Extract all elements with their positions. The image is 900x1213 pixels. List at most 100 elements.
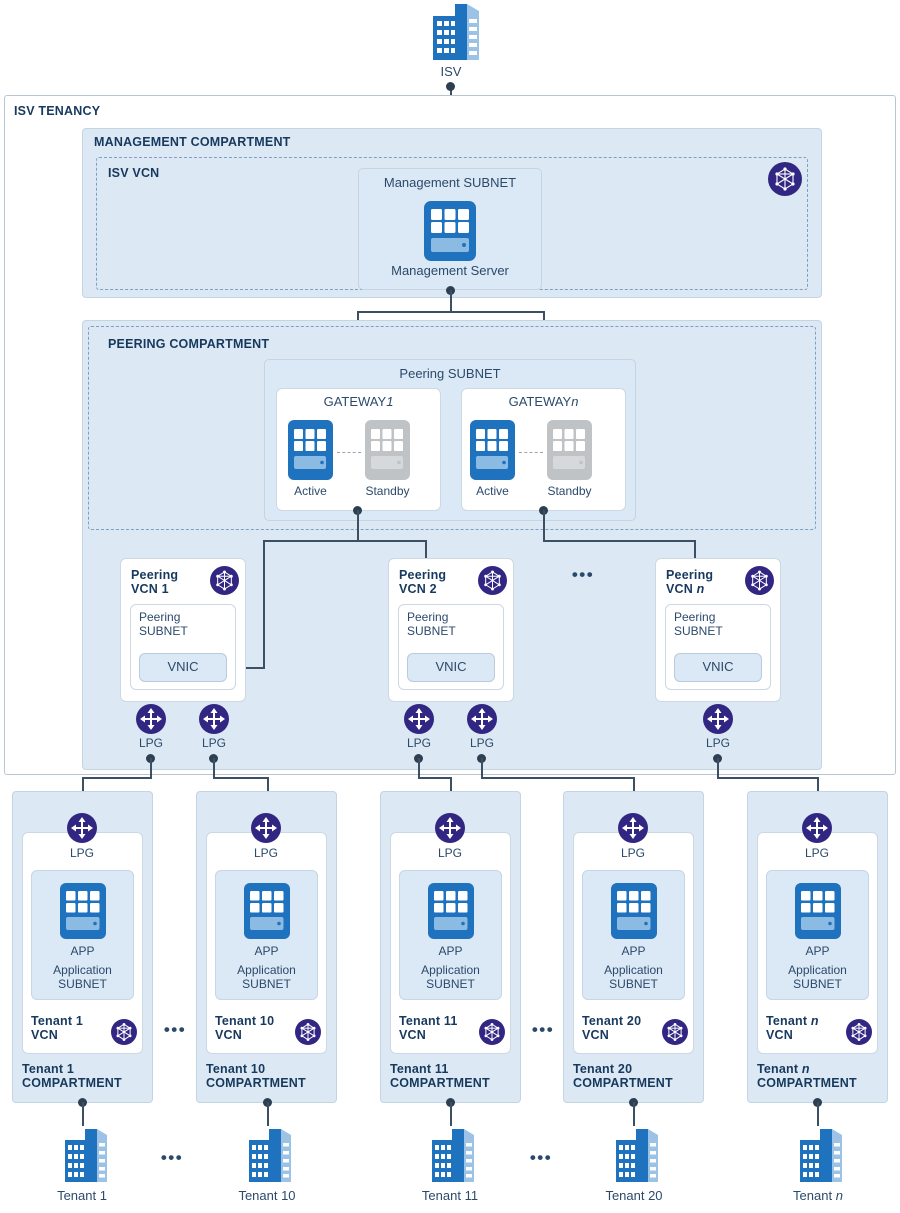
tenant-ellipsis-1: ••• [163, 1020, 187, 1039]
vcn-icon [479, 1019, 505, 1045]
tenant-20-app-label: APP [621, 944, 646, 958]
peering-vcn-2-icon-wrap [478, 566, 507, 595]
tenant-20-vcn-icon-wrap [662, 1019, 688, 1045]
tenant-1-vcn-icon-wrap [111, 1019, 137, 1045]
lpg-icon [67, 813, 97, 843]
gateway-1-label-index: 1 [386, 394, 394, 409]
tenant-10-actor [241, 1127, 293, 1185]
peering-vcn-2-subnet-label: Peering SUBNET [407, 610, 456, 638]
tenant-10-subnet-label: Application SUBNET [215, 963, 318, 991]
peering-vcn-1-lpg-b [199, 704, 229, 734]
connector-node [446, 82, 455, 91]
tenant-11-app-label: APP [438, 944, 463, 958]
lpg-icon [251, 813, 281, 843]
tenant-n-subnet-line1: Application [788, 963, 847, 977]
tenant-11-vcn-label: Tenant 11 VCN [399, 1014, 479, 1043]
tenant-10-compartment-line1: Tenant 10 [206, 1062, 266, 1076]
tenant-20-subnet-label: Application SUBNET [582, 963, 685, 991]
connector-lpg-1a-h [82, 777, 152, 779]
management-subnet-label: Management SUBNET [383, 175, 517, 190]
peering-vcn-1-lpg-b-label: LPG [201, 736, 226, 750]
connector-lpg-2b-h [481, 777, 634, 779]
connector-tenant-1-to-actor [82, 1102, 84, 1126]
peering-vcn-1-subnet-line1: Peering [139, 610, 181, 624]
peering-vcn-1-name-1: Peering [131, 568, 179, 582]
peering-vcn-1-lpg-a [136, 704, 166, 734]
gateway-1-standby-label: Standby [365, 484, 410, 498]
peering-vcn-n-lpg-a-label: LPG [705, 736, 730, 750]
tenant-1-compartment-line1: Tenant 1 [22, 1062, 75, 1076]
tenant-11-compartment-line2: COMPARTMENT [390, 1076, 490, 1091]
tenant-20-lpg-icon-wrap [618, 813, 648, 843]
tenant-n-actor-label: Tenant n [793, 1188, 843, 1203]
connector-lpg-1b-v [213, 758, 215, 778]
peering-vcn-2-lpg-b [467, 704, 497, 734]
tenant-1-vcn-line2: VCN [31, 1028, 58, 1043]
gateway-1-ha-link [337, 452, 361, 453]
tenant-10-lpg-label: LPG [253, 846, 278, 860]
tenant-10-actor-label: Tenant 10 [238, 1188, 296, 1203]
tenant-20-app-icon-wrap [611, 883, 657, 939]
connector-lpg-na-h [717, 777, 818, 779]
tenant-10-compartment-line2: COMPARTMENT [206, 1076, 306, 1091]
server-icon [60, 883, 106, 939]
tenant-10-subnet-line1: Application [237, 963, 296, 977]
peering-vcn-2-lpg-a [404, 704, 434, 734]
isv-vcn-label: ISV VCN [108, 166, 160, 180]
tenant-20-lpg-label: LPG [620, 846, 645, 860]
tenant-20-compartment-label: Tenant 20 COMPARTMENT [573, 1062, 708, 1091]
lpg-icon [199, 704, 229, 734]
actor-ellipsis-2: ••• [529, 1148, 553, 1167]
peering-vcn-n-subnet-label: Peering SUBNET [674, 610, 723, 638]
gateway-1-active-icon-wrap [288, 420, 333, 480]
vcn-icon [768, 162, 802, 196]
tenant-1-compartment-label: Tenant 1 COMPARTMENT [22, 1062, 157, 1091]
peering-vcn-n-label: Peering VCN n [666, 568, 738, 597]
peering-subnet-label: Peering SUBNET [399, 366, 501, 381]
peering-vcn-2-vnic-label: VNIC [435, 659, 467, 674]
peering-vcn-n-subnet-line2: SUBNET [674, 624, 723, 639]
peering-vcn-n-name-2b: n [696, 582, 705, 597]
peering-vcn-2-label: Peering VCN 2 [399, 568, 471, 597]
tenant-11-subnet-line2: SUBNET [426, 977, 475, 992]
isv-actor [421, 2, 481, 64]
gateway-1-standby-icon-wrap [365, 420, 410, 480]
office-building-icon [432, 1129, 474, 1182]
server-icon-active [470, 420, 515, 480]
tenant-11-compartment-line1: Tenant 11 [390, 1062, 449, 1076]
tenant-20-vcn-line1: Tenant 20 [582, 1014, 642, 1028]
tenant-10-app-label: APP [254, 944, 279, 958]
tenant-11-subnet-label: Application SUBNET [399, 963, 502, 991]
tenant-1-vcn-line1: Tenant 1 [31, 1014, 84, 1028]
tenant-11-actor-label: Tenant 11 [421, 1188, 479, 1203]
peering-vcn-n-icon-wrap [745, 566, 774, 595]
connector-lpg-2b-v [481, 758, 483, 778]
management-server-label: Management Server [391, 263, 509, 278]
tenant-20-vcn-label: Tenant 20 VCN [582, 1014, 662, 1043]
gateway-n-label-text: GATEWAY [508, 394, 572, 409]
office-building-icon [433, 4, 479, 60]
peering-vcn-2-name-1: Peering [399, 568, 447, 582]
office-building-icon [249, 1129, 291, 1182]
tenant-10-vcn-line1: Tenant 10 [215, 1014, 275, 1028]
tenant-11-vcn-line1: Tenant 11 [399, 1014, 458, 1028]
peering-vcn-n-subnet-line1: Peering [674, 610, 716, 624]
connector-lpg-na-v [717, 758, 719, 778]
server-icon [244, 883, 290, 939]
tenant-20-actor-label: Tenant 20 [605, 1188, 663, 1203]
tenant-n-vcn-suffix: n [810, 1014, 819, 1028]
vcn-icon [478, 566, 507, 595]
tenant-1-vcn-label: Tenant 1 VCN [31, 1014, 111, 1043]
gateway-n-active-icon-wrap [470, 420, 515, 480]
tenant-1-subnet-line2: SUBNET [58, 977, 107, 992]
peering-vcn-2-lpg-a-label: LPG [406, 736, 431, 750]
tenant-n-vcn-label: Tenant n VCN [766, 1014, 846, 1043]
connector-lpg-2a-v [418, 758, 420, 778]
tenant-20-compartment-line2: COMPARTMENT [573, 1076, 673, 1091]
server-icon [428, 883, 474, 939]
lpg-icon [136, 704, 166, 734]
tenant-10-vcn-icon-wrap [295, 1019, 321, 1045]
gateway-1-label-text: GATEWAY [323, 394, 387, 409]
office-building-icon [800, 1129, 842, 1182]
tenant-n-lpg-icon-wrap [802, 813, 832, 843]
